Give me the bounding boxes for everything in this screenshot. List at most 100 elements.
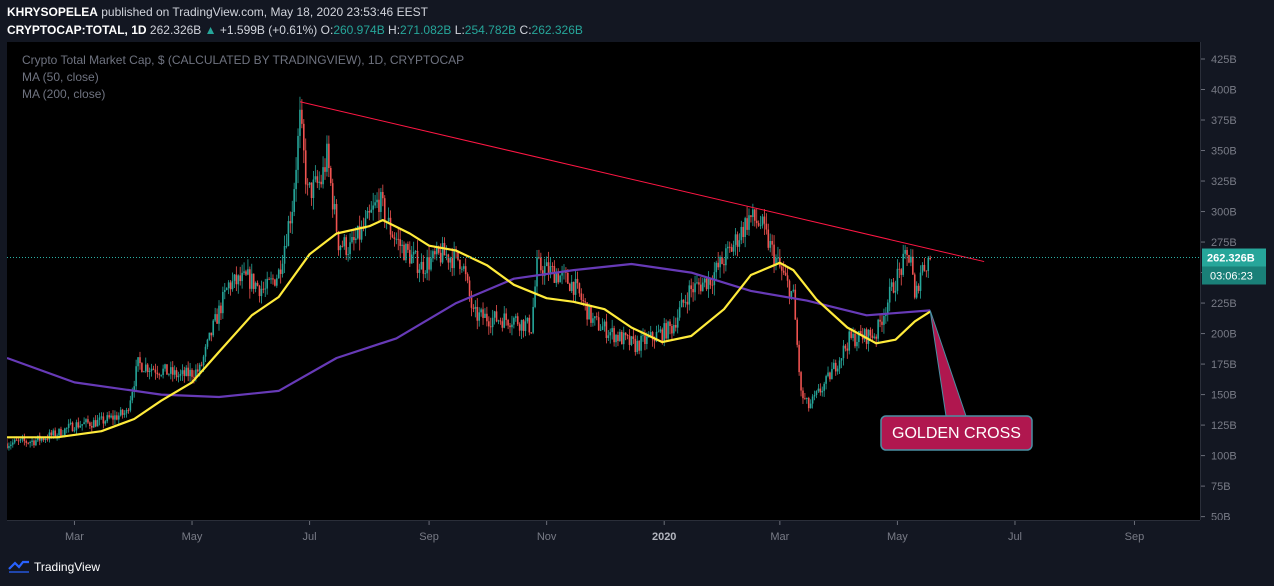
candle-body bbox=[738, 240, 741, 247]
candle-body bbox=[827, 372, 829, 377]
callout-pointer bbox=[929, 310, 967, 417]
candle-body bbox=[740, 226, 743, 241]
candle-body bbox=[293, 189, 295, 212]
candle-body bbox=[137, 357, 139, 367]
candle-body bbox=[289, 221, 292, 224]
close-value: 262.326B bbox=[531, 23, 583, 37]
candle-body bbox=[484, 313, 486, 318]
candle-body bbox=[707, 278, 710, 290]
y-tick-label: 400B bbox=[1211, 85, 1237, 97]
candle-body bbox=[374, 202, 376, 206]
candle-body bbox=[279, 269, 282, 274]
candle-body bbox=[696, 282, 698, 284]
candle-body bbox=[921, 264, 924, 273]
candle-body bbox=[65, 427, 68, 429]
candle-body bbox=[834, 362, 837, 372]
candle-body bbox=[13, 439, 16, 443]
symbol-label[interactable]: CRYPTOCAP:TOTAL, 1D bbox=[7, 23, 147, 37]
candle-body bbox=[200, 364, 203, 366]
candle-body bbox=[329, 168, 332, 184]
candle-body bbox=[301, 109, 303, 124]
candle-body bbox=[193, 376, 195, 378]
chart-header: KHRYSOPELEA published on TradingView.com… bbox=[0, 0, 1274, 42]
candle-body bbox=[94, 420, 97, 427]
ma50-legend[interactable]: MA (50, close) bbox=[22, 70, 99, 84]
brand-name[interactable]: TradingView bbox=[34, 560, 100, 574]
candle-body bbox=[116, 415, 118, 420]
candle-body bbox=[233, 274, 236, 281]
time-axis[interactable]: Mar May Jul Sep Nov 2020 Mar May Jul Sep bbox=[7, 520, 1200, 549]
author-name[interactable]: KHRYSOPELEA bbox=[7, 5, 98, 19]
candle-body bbox=[480, 309, 482, 313]
candle-body bbox=[592, 318, 594, 323]
candle-body bbox=[619, 331, 621, 341]
candle-body bbox=[197, 369, 199, 372]
candle-body bbox=[821, 390, 824, 393]
candle-body bbox=[416, 250, 419, 273]
series-title[interactable]: Crypto Total Market Cap, $ (CALCULATED B… bbox=[22, 53, 464, 67]
candle-body bbox=[347, 254, 349, 255]
candle-body bbox=[753, 209, 756, 221]
candle-body bbox=[77, 422, 80, 428]
candle-body bbox=[503, 313, 506, 328]
candle-body bbox=[391, 234, 394, 238]
candle-body bbox=[468, 280, 471, 297]
candle-body bbox=[908, 255, 910, 263]
candle-body bbox=[102, 416, 105, 424]
low-label: L: bbox=[454, 23, 465, 37]
candle-body bbox=[214, 314, 216, 321]
candle-body bbox=[902, 253, 904, 275]
y-tick-label: 150B bbox=[1211, 390, 1237, 402]
candle-body bbox=[125, 409, 128, 414]
candle-body bbox=[807, 398, 810, 409]
candle-body bbox=[557, 273, 560, 283]
candle-body bbox=[314, 176, 317, 180]
price-axis[interactable]: 425B400B375B350B325B300B275B250B225B200B… bbox=[1200, 42, 1268, 524]
candle-body bbox=[27, 442, 30, 444]
candle-body bbox=[590, 305, 592, 323]
candle-body bbox=[150, 368, 153, 371]
candle-body bbox=[705, 278, 708, 290]
candle-body bbox=[873, 336, 876, 338]
tradingview-logo-icon bbox=[8, 560, 29, 573]
candle-body bbox=[690, 285, 692, 290]
candle-body bbox=[208, 332, 211, 340]
candle-body bbox=[883, 316, 885, 325]
candle-body bbox=[378, 199, 380, 212]
candle-body bbox=[58, 428, 60, 436]
candle-body bbox=[601, 326, 604, 330]
candle-body bbox=[268, 278, 270, 280]
candle-body bbox=[572, 281, 575, 295]
candle-body bbox=[428, 257, 430, 270]
candle-body bbox=[912, 256, 914, 275]
candle-body bbox=[241, 272, 243, 282]
candle-body bbox=[927, 257, 930, 272]
candle-body bbox=[701, 282, 704, 292]
candle-body bbox=[900, 269, 903, 275]
y-tick-label: 300B bbox=[1211, 207, 1237, 219]
candle-body bbox=[439, 252, 442, 263]
candle-body bbox=[520, 319, 523, 331]
candle-body bbox=[725, 248, 727, 266]
candle-body bbox=[788, 280, 791, 299]
candle-body bbox=[518, 324, 521, 331]
candle-body bbox=[310, 182, 313, 199]
candle-body bbox=[817, 388, 820, 392]
candle-body bbox=[728, 246, 731, 248]
candle-body bbox=[25, 441, 28, 443]
candle-body bbox=[540, 257, 542, 271]
chart-plot-area[interactable]: GOLDEN CROSS Crypto Total Market Cap, $ … bbox=[6, 42, 1200, 520]
ma200-legend[interactable]: MA (200, close) bbox=[22, 87, 105, 101]
candle-body bbox=[721, 257, 723, 264]
y-tick-label: 350B bbox=[1211, 146, 1237, 158]
candle-body bbox=[757, 223, 760, 226]
candle-body bbox=[202, 356, 205, 366]
price-change: +1.599B (+0.61%) bbox=[219, 23, 318, 37]
candle-body bbox=[119, 409, 122, 416]
ma50-line bbox=[7, 219, 931, 439]
price-chart[interactable]: GOLDEN CROSS bbox=[6, 42, 1200, 520]
candle-body bbox=[451, 258, 454, 269]
candle-body bbox=[162, 368, 164, 375]
candle-body bbox=[545, 262, 548, 267]
candle-body bbox=[17, 440, 20, 442]
